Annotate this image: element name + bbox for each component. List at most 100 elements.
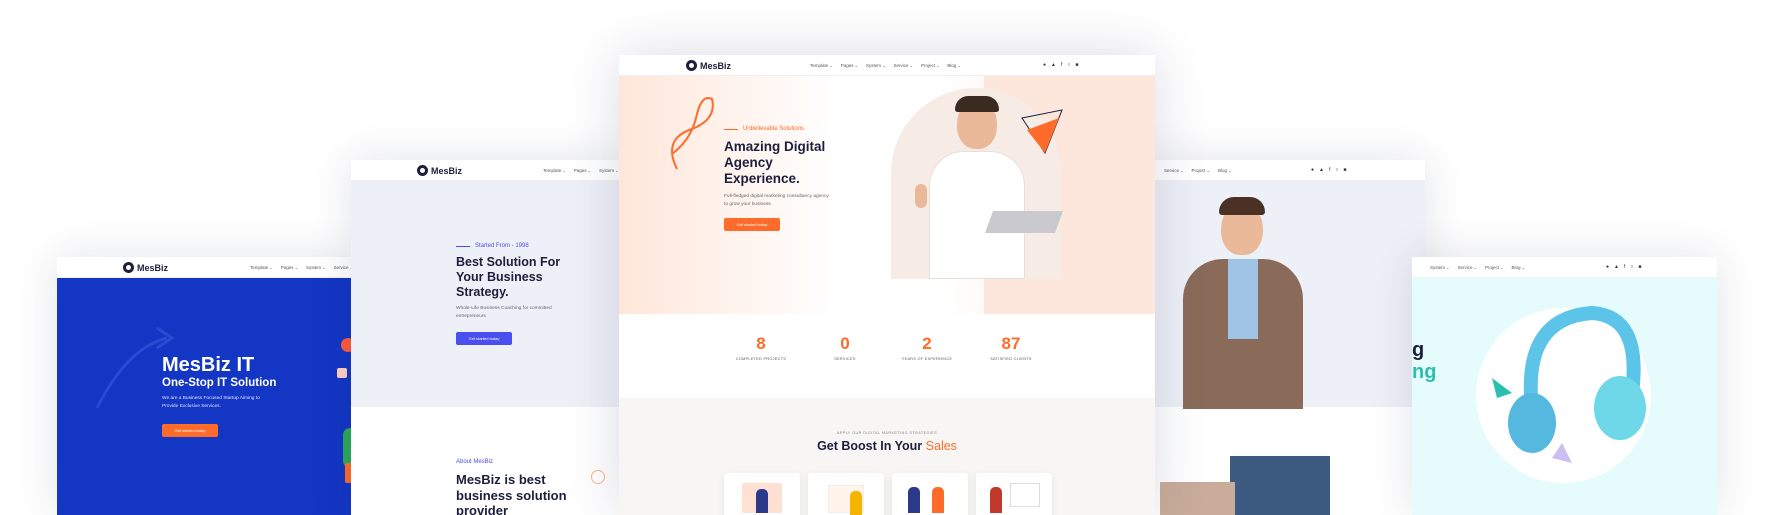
navbar: Service Project Blog ● ▲ f ○ ■ [1148, 160, 1425, 181]
nav-item[interactable]: Service [1457, 265, 1476, 270]
nav-item[interactable]: System [866, 63, 885, 68]
twitter-icon[interactable]: ▲ [1614, 264, 1619, 270]
twitter-icon[interactable]: ▲ [1319, 167, 1324, 173]
triangle-decoration-icon [1021, 109, 1063, 155]
globe-icon[interactable]: ● [1606, 264, 1609, 270]
linkedin-icon[interactable]: ■ [1638, 264, 1641, 270]
hero-text: Full-fledged digital marketing consultan… [724, 194, 829, 207]
nav-item[interactable]: Project [1485, 265, 1503, 270]
nav-item[interactable]: Blog [947, 63, 960, 68]
facebook-icon[interactable]: f [1329, 167, 1330, 173]
decor-circle [591, 470, 605, 484]
navbar: MesBiz Template Pages System Service [57, 257, 357, 278]
hero-eyebrow: Started From - 1998 [456, 243, 529, 249]
boost-eyebrow: APPLY OUR DIGITAL MARKETING STRATEGIES [836, 431, 938, 435]
globe-icon[interactable]: ● [1311, 167, 1314, 173]
logo[interactable]: MesBiz [123, 262, 168, 273]
nav-menu: Template Pages System [543, 168, 618, 173]
logo-mark-icon [417, 165, 428, 176]
nav-item[interactable]: Pages [841, 63, 858, 68]
showcase-stage: MesBiz Template Pages System Service Mes… [0, 0, 1773, 515]
hero-title: Amazing Digital Agency Experience. [724, 139, 826, 187]
nav-item[interactable]: Template [810, 63, 833, 68]
preview-card-agency: MesBiz Template Pages System Service Pro… [619, 55, 1155, 515]
social-links: ● ▲ f ○ ■ [1606, 264, 1641, 270]
hero-title-fragment-2: ng [1412, 361, 1437, 383]
hero-text: Whole-Life Business Coaching for committ… [456, 306, 552, 319]
logo-mark-icon [123, 262, 134, 273]
hero-title: MesBiz IT [162, 354, 255, 376]
nav-item[interactable]: Project [1191, 168, 1209, 173]
hero-section: Started From - 1998 Best Solution For Yo… [351, 181, 621, 407]
stat-years-experience: 2 YEARS OF EXPERIENCE [901, 334, 953, 361]
man-portrait-image [1173, 191, 1313, 409]
nav-item[interactable]: System [1430, 265, 1449, 270]
nav-item[interactable]: Service [893, 63, 912, 68]
service-card[interactable] [976, 473, 1052, 515]
hero-section [1148, 181, 1425, 409]
hero-text: We are a Business Focused Startup Aiming… [162, 396, 260, 409]
instagram-icon[interactable]: ○ [1335, 167, 1338, 173]
nav-item[interactable]: Service [333, 265, 352, 270]
about-title: MesBiz is best business solution provide… [456, 472, 567, 515]
twitter-icon[interactable]: ▲ [1051, 62, 1056, 68]
nav-menu: System Service Project Blog [1430, 265, 1525, 270]
globe-icon[interactable]: ● [1043, 62, 1046, 68]
nav-item[interactable]: Template [250, 265, 273, 270]
about-eyebrow: About MesBiz [456, 459, 494, 465]
hero-section: g ng [1412, 278, 1717, 515]
stat-completed-projects: 8 COMPLETED PROJECTS [735, 334, 787, 361]
nav-item[interactable]: Project [921, 63, 939, 68]
hero-section: MesBiz IT One-Stop IT Solution We are a … [57, 278, 357, 515]
nav-item[interactable]: Service [1164, 168, 1183, 173]
preview-card-consulting: Service Project Blog ● ▲ f ○ ■ [1148, 160, 1425, 515]
hero-subtitle: One-Stop IT Solution [162, 377, 277, 389]
logo[interactable]: MesBiz [686, 60, 731, 71]
preview-card-music: System Service Project Blog ● ▲ f ○ ■ g … [1412, 257, 1717, 515]
hero-title: Best Solution For Your Business Strategy… [456, 255, 561, 299]
navbar: System Service Project Blog ● ▲ f ○ ■ [1412, 257, 1717, 278]
nav-item[interactable]: Pages [281, 265, 298, 270]
preview-card-business: MesBiz Template Pages System Started Fro… [351, 160, 621, 515]
stat-services: 0 SERVICES [834, 334, 856, 361]
hero-title-fragment: g [1412, 339, 1425, 361]
linkedin-icon[interactable]: ■ [1343, 167, 1346, 173]
cta-button[interactable]: Get started today [456, 332, 512, 345]
service-card[interactable] [808, 473, 884, 515]
boost-section: APPLY OUR DIGITAL MARKETING STRATEGIES G… [619, 398, 1155, 515]
cta-button[interactable]: Get started today [162, 424, 218, 437]
boost-title-highlight: Sales [925, 439, 957, 453]
instagram-icon[interactable]: ○ [1067, 62, 1070, 68]
logo[interactable]: MesBiz [417, 165, 462, 176]
service-card[interactable] [892, 473, 968, 515]
team-photo-2 [1160, 482, 1235, 515]
logo-mark-icon [686, 60, 697, 71]
team-photo [1230, 456, 1330, 515]
navbar: MesBiz Template Pages System [351, 160, 621, 181]
navbar: MesBiz Template Pages System Service Pro… [619, 55, 1155, 76]
instagram-icon[interactable]: ○ [1630, 264, 1633, 270]
squiggle-decoration-icon [671, 97, 714, 170]
hero-eyebrow: Unbelievable Solutions [724, 126, 804, 132]
nav-menu: Template Pages System Service Project Bl… [810, 63, 961, 68]
boost-title: Get Boost In Your Sales [817, 439, 957, 453]
nav-item[interactable]: Pages [574, 168, 591, 173]
nav-item[interactable]: System [599, 168, 618, 173]
preview-card-it: MesBiz Template Pages System Service Mes… [57, 257, 357, 515]
nav-item[interactable]: Blog [1218, 168, 1231, 173]
headphones-icon [1492, 305, 1646, 463]
stat-satisfied-clients: 87 SATISFIED CLIENTS [990, 334, 1032, 361]
social-links: ● ▲ f ○ ■ [1043, 62, 1078, 68]
nav-item[interactable]: System [306, 265, 325, 270]
hero-section: Unbelievable Solutions Amazing Digital A… [619, 76, 1155, 314]
facebook-icon[interactable]: f [1061, 62, 1062, 68]
nav-menu: Template Pages System Service [250, 265, 353, 270]
stats-section: 8 COMPLETED PROJECTS 0 SERVICES 2 YEARS … [619, 314, 1155, 398]
nav-menu: Service Project Blog [1164, 168, 1231, 173]
linkedin-icon[interactable]: ■ [1075, 62, 1078, 68]
nav-item[interactable]: Template [543, 168, 566, 173]
nav-item[interactable]: Blog [1511, 265, 1524, 270]
service-card[interactable] [724, 473, 800, 515]
facebook-icon[interactable]: f [1624, 264, 1625, 270]
cta-button[interactable]: Get started today [724, 218, 780, 231]
